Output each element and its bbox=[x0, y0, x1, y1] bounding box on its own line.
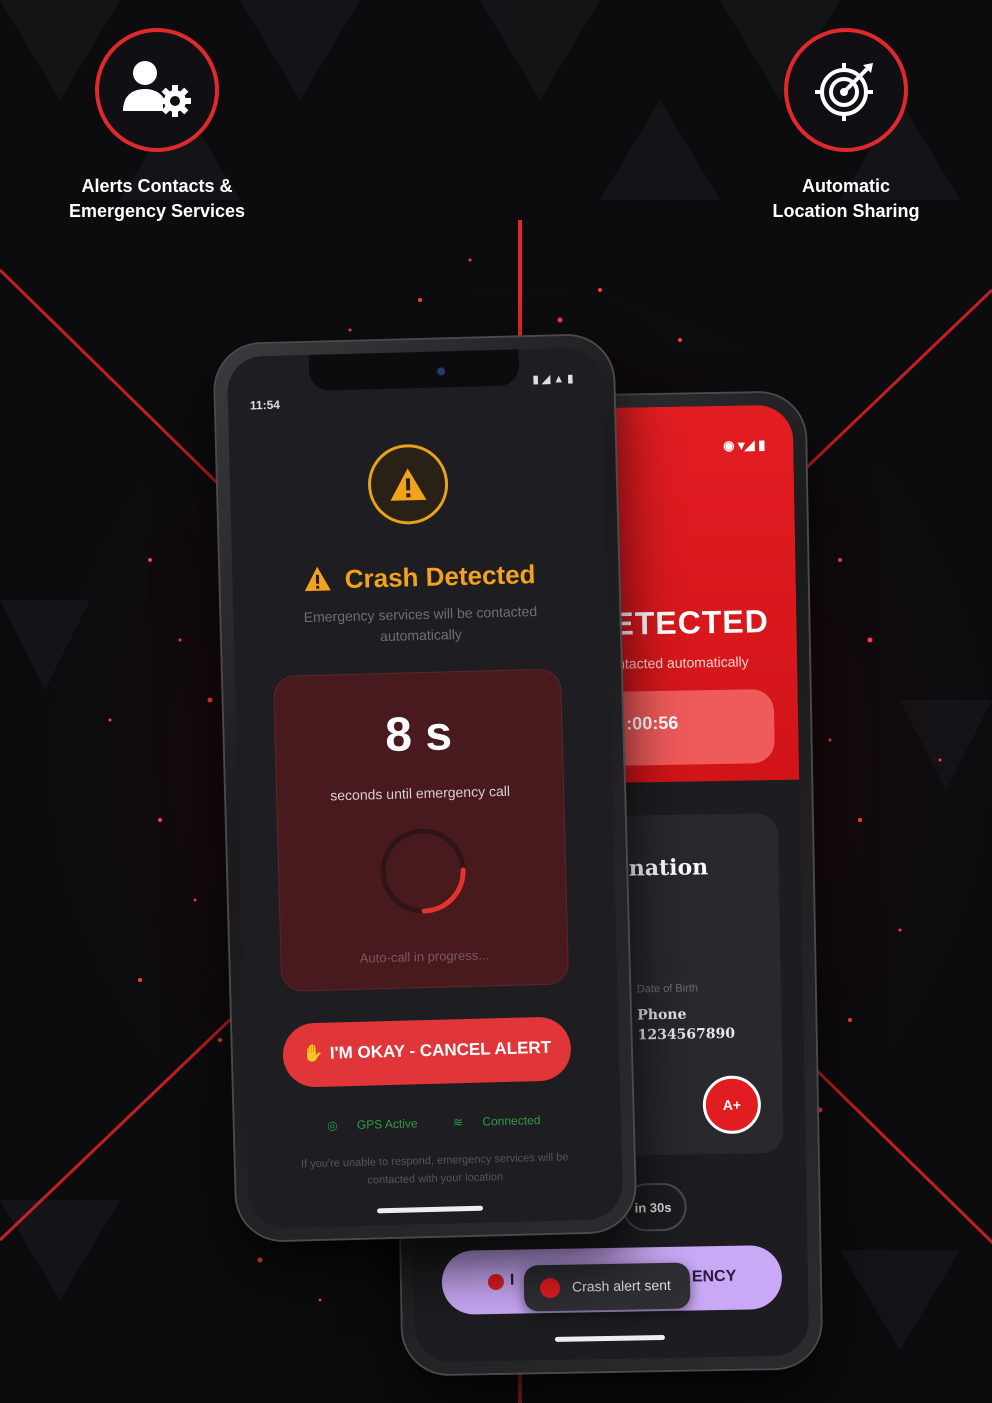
feature-alerts-contacts: Alerts Contacts & Emergency Services bbox=[27, 28, 287, 224]
feature-location-line2: Location Sharing bbox=[772, 201, 920, 221]
countdown-value: 8 s bbox=[384, 707, 453, 763]
countdown-caption: seconds until emergency call bbox=[330, 782, 511, 804]
crash-title: Crash Detected bbox=[232, 557, 607, 598]
home-indicator[interactable] bbox=[554, 1335, 665, 1342]
phone-label: Phone bbox=[637, 1006, 687, 1024]
connection-status-row: ◎ GPS Active ≋ Connected bbox=[247, 1111, 621, 1135]
phone-value: 1234567890 bbox=[637, 1025, 736, 1044]
phone-notch bbox=[308, 349, 520, 391]
hero-subtitle: ntacted automatically bbox=[617, 653, 749, 672]
gps-icon: ◎ bbox=[326, 1118, 338, 1133]
feature-alerts-line1: Alerts Contacts & bbox=[81, 176, 233, 196]
crash-alert-toast: Crash alert sent bbox=[523, 1262, 691, 1312]
feature-location-sharing: Automatic Location Sharing bbox=[716, 28, 976, 224]
info-card-title: nation bbox=[628, 854, 709, 882]
target-icon bbox=[815, 63, 873, 121]
home-indicator[interactable] bbox=[376, 1205, 484, 1214]
feature-alerts-ring bbox=[95, 28, 219, 152]
warning-icon bbox=[390, 468, 427, 501]
emergency-footnote: If you're unable to respond, emergency s… bbox=[300, 1151, 569, 1187]
cancel-alert-label: I'M OKAY - CANCEL ALERT bbox=[329, 1037, 552, 1063]
feature-alerts-line2: Emergency Services bbox=[68, 201, 246, 221]
connection-status-text: Connected bbox=[482, 1113, 541, 1129]
status-time: 11:54 bbox=[249, 397, 281, 413]
countdown-progress-ring bbox=[380, 828, 466, 914]
front-phone: 11:54 ▮ ◢ ▲ ▮ Crash Detected Emergency s… bbox=[214, 334, 636, 1242]
status-icons: ◉ ▾◢ ▮ bbox=[722, 437, 766, 453]
feature-location-ring bbox=[784, 28, 908, 152]
emergency-button-label-right: ENCY bbox=[691, 1267, 737, 1286]
cancel-alert-button[interactable]: ✋ I'M OKAY - CANCEL ALERT bbox=[282, 1016, 572, 1088]
front-phone-screen: 11:54 ▮ ◢ ▲ ▮ Crash Detected Emergency s… bbox=[226, 347, 624, 1229]
hand-icon: ✋ bbox=[302, 1043, 325, 1064]
feature-location-line1: Automatic bbox=[801, 176, 890, 196]
connection-status: ≋ Connected bbox=[445, 1113, 549, 1130]
dob-label: Date of Birth bbox=[636, 982, 699, 996]
user-gear-icon bbox=[123, 61, 191, 117]
feature-location-label: Automatic Location Sharing bbox=[716, 174, 976, 224]
crash-subtitle: Emergency services will be contacted aut… bbox=[303, 603, 538, 645]
toast-text: Crash alert sent bbox=[571, 1276, 671, 1295]
blood-type-badge: A+ bbox=[702, 1075, 762, 1135]
wifi-icon: ≋ bbox=[452, 1115, 464, 1130]
status-icons: ▮ ◢ ▲ ▮ bbox=[532, 372, 574, 387]
emergency-button-label-left: I bbox=[509, 1271, 515, 1289]
countdown-footer: Auto-call in progress... bbox=[359, 947, 490, 966]
alert-app-icon bbox=[539, 1277, 561, 1299]
warning-badge bbox=[367, 443, 450, 526]
warning-icon bbox=[304, 566, 331, 592]
gps-status-text: GPS Active bbox=[356, 1116, 418, 1132]
hero-title: ETECTED bbox=[612, 603, 770, 642]
gps-status: ◎ GPS Active bbox=[319, 1116, 426, 1133]
crash-title-text: Crash Detected bbox=[344, 559, 536, 595]
feature-alerts-label: Alerts Contacts & Emergency Services bbox=[27, 174, 287, 224]
record-dot-icon bbox=[487, 1273, 505, 1291]
countdown-card: 8 s seconds until emergency call Auto-ca… bbox=[273, 668, 570, 992]
